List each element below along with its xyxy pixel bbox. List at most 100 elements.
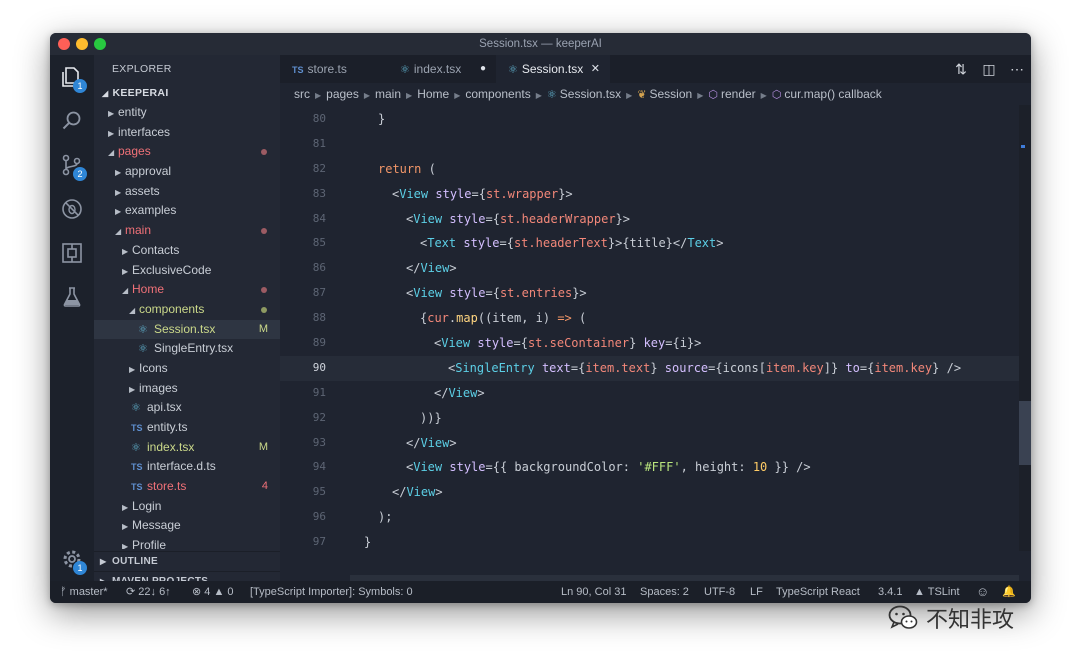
line-number: 84 [312, 211, 326, 225]
tree-item[interactable]: TS store.ts 4 [94, 477, 280, 497]
tree-item[interactable]: ▶ interfaces [94, 123, 280, 143]
breadcrumb-item[interactable]: src [294, 87, 310, 101]
editor-area: TS store.ts ⚛ index.tsx ● ⚛ Session.tsx ✕ ⇅… [280, 55, 1031, 581]
project-header[interactable]: ◢ KEEPERAI [94, 83, 280, 103]
tree-item[interactable]: ◢ main [94, 221, 280, 241]
outline-section[interactable]: ▶ OUTLINE [94, 551, 280, 571]
breadcrumb-item[interactable]: ❦ Session [637, 87, 692, 101]
bell-icon[interactable]: 🔔 [1002, 581, 1016, 603]
tree-item[interactable]: ◢ pages [94, 142, 280, 162]
code-token: ={ [570, 360, 586, 375]
breadcrumb-item[interactable]: ⬡ cur.map() callback [772, 87, 882, 101]
chevron-right-icon: ▶ [122, 246, 129, 256]
sync-status[interactable]: ⟳ 22↓ 6↑ [126, 581, 171, 603]
tree-item[interactable]: ◢ components [94, 300, 280, 320]
tab-index-tsx[interactable]: ⚛ index.tsx ● [388, 55, 496, 83]
compare-changes-icon[interactable]: ⇅ [953, 61, 969, 78]
line-number: 85 [312, 236, 326, 250]
code-token: style [449, 286, 486, 301]
code-editor[interactable]: 80} 81 82 return (83 <View style={st.wrapper… [280, 107, 1019, 551]
status-badge: M [258, 322, 268, 335]
unsaved-dot-icon[interactable]: ● [480, 55, 486, 83]
search-button[interactable] [50, 99, 94, 143]
tab-store-ts[interactable]: TS store.ts [280, 55, 388, 83]
tree-item-label: Contacts [132, 242, 180, 257]
manage-button[interactable]: 1 [50, 537, 94, 581]
breadcrumb-item[interactable]: pages [326, 87, 359, 101]
line-number: 93 [312, 435, 326, 449]
explorer-button[interactable]: 1 [50, 55, 94, 99]
tree-item[interactable]: ⚛ api.tsx [94, 398, 280, 418]
debug-button[interactable] [50, 187, 94, 231]
breadcrumb-item[interactable]: Home [417, 87, 449, 101]
tree-item[interactable]: ▶ Message [94, 516, 280, 536]
breadcrumb-item[interactable]: main [375, 87, 401, 101]
code-token: st.entries [499, 286, 573, 301]
tree-item[interactable]: ⚛ SingleEntry.tsx [94, 339, 280, 359]
code-line: 94 <View style={{ backgroundColor: '#FFF'… [280, 455, 1019, 480]
indentation[interactable]: Spaces: 2 [640, 581, 689, 603]
tree-item[interactable]: ⚛ index.tsx M [94, 438, 280, 458]
typescript-version[interactable]: 3.4.1 [878, 581, 902, 603]
chevron-right-icon: ▶ [108, 109, 115, 118]
code-token: , height: [680, 460, 753, 475]
code-line: 83 <View style={st.wrapper}> [280, 182, 1019, 207]
tree-item[interactable]: ▶ Contacts [94, 241, 280, 261]
cursor-position[interactable]: Ln 90, Col 31 [561, 581, 626, 603]
tree-item[interactable]: ▶ Login [94, 497, 280, 517]
line-number: 92 [312, 410, 326, 424]
tree-item[interactable]: ▶ assets [94, 182, 280, 202]
tree-item[interactable]: TS entity.ts [94, 418, 280, 438]
more-actions-icon[interactable]: ⋯ [1009, 61, 1025, 78]
line-number: 91 [312, 385, 326, 399]
split-editor-icon[interactable]: ◫ [981, 61, 997, 78]
code-token: ={ [513, 336, 528, 351]
tree-item[interactable]: ◢ Home [94, 280, 280, 300]
minimize-window-button[interactable] [76, 38, 88, 50]
editor-scrollbar[interactable] [1019, 105, 1031, 551]
chevron-right-icon: ▶ [115, 168, 122, 178]
breadcrumb-label: Session [649, 87, 693, 101]
tree-item[interactable]: ▶ approval [94, 162, 280, 182]
maximize-window-button[interactable] [94, 38, 106, 50]
chevron-down-icon: ◢ [102, 89, 109, 98]
tree-item-label: Login [132, 498, 162, 513]
tree-item[interactable]: ▶ ExclusiveCode [94, 261, 280, 281]
code-token: ))} [420, 410, 442, 425]
source-control-badge: 2 [73, 167, 87, 181]
feedback-icon[interactable]: ☺ [976, 581, 989, 603]
tab-session-tsx[interactable]: ⚛ Session.tsx ✕ [496, 55, 610, 83]
tree-item[interactable]: TS interface.d.ts [94, 457, 280, 477]
breadcrumb-item[interactable]: components [465, 87, 530, 101]
status-dot [261, 228, 267, 235]
breadcrumb-item[interactable]: ⬡ render [708, 87, 755, 101]
tree-item[interactable]: ▶ examples [94, 201, 280, 221]
extensions-button[interactable] [50, 231, 94, 275]
branch-indicator[interactable]: ᚠ master* [60, 581, 108, 603]
tree-item[interactable]: ▶ Icons [94, 359, 280, 379]
line-number: 89 [312, 336, 326, 350]
tree-item-label: images [139, 380, 178, 395]
code-line: 88 {cur.map((item, i) => ( [280, 306, 1019, 331]
react-file-icon: ⚛ [138, 343, 148, 356]
tree-item[interactable]: ▶ entity [94, 103, 280, 123]
close-icon[interactable]: ✕ [591, 55, 600, 83]
close-window-button[interactable] [58, 38, 70, 50]
tree-item[interactable]: ▶ Profile [94, 536, 280, 549]
breadcrumb-item[interactable]: ⚛ Session.tsx [547, 87, 621, 101]
language-mode[interactable]: TypeScript React [776, 581, 860, 603]
tree-item[interactable]: ⚛ Session.tsx M [94, 319, 280, 340]
encoding[interactable]: UTF-8 [704, 581, 735, 603]
code-text: <Text style={st.headerText}>{title}</Tex… [420, 231, 724, 256]
scrollbar-thumb[interactable] [1019, 401, 1031, 465]
problems-indicator[interactable]: ⊗ 4 ▲ 0 [192, 581, 234, 603]
line-ending[interactable]: LF [750, 581, 763, 603]
code-text: </View> [406, 431, 457, 456]
code-token: cur [427, 311, 449, 326]
code-token: View [413, 286, 443, 301]
code-token: View [413, 211, 443, 226]
test-button[interactable] [50, 275, 94, 319]
tree-item[interactable]: ▶ images [94, 379, 280, 399]
tslint-status[interactable]: ▲ TSLint [914, 581, 960, 603]
source-control-button[interactable]: 2 [50, 143, 94, 187]
